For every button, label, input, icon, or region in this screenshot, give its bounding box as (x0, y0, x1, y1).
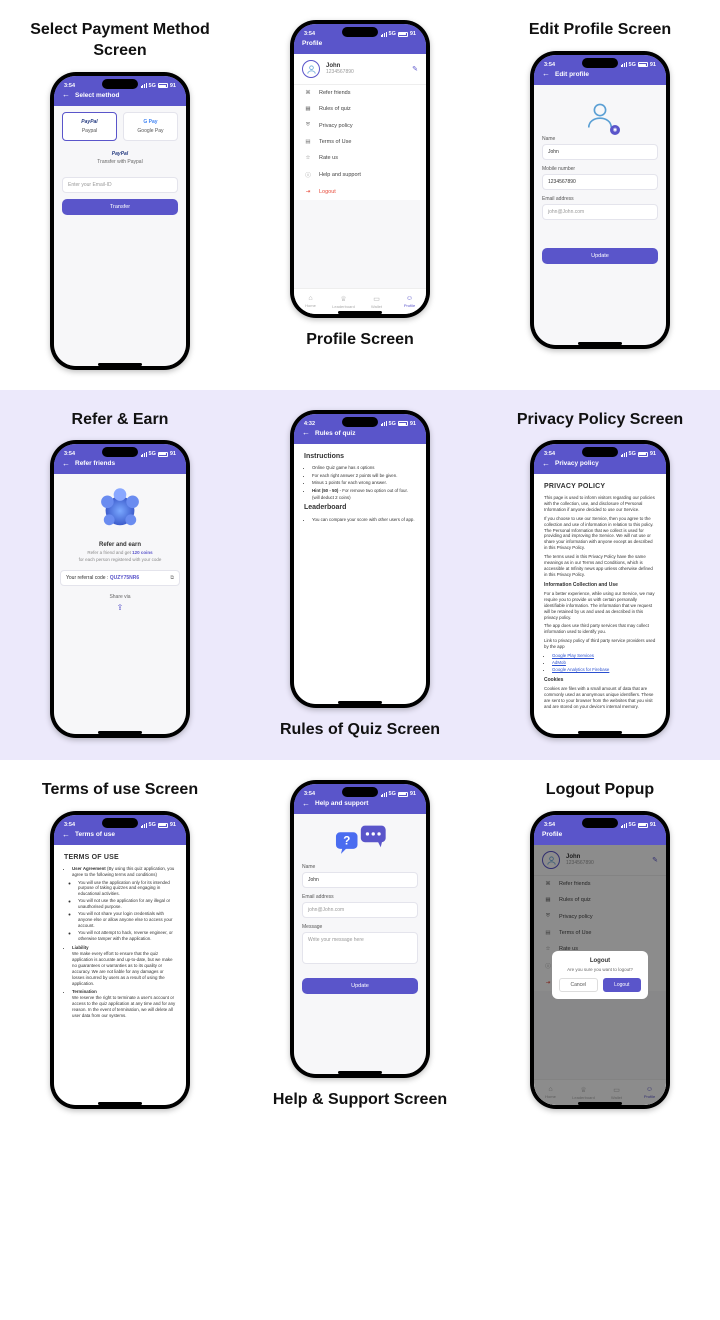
link-ga[interactable]: Google Analytics for Firebase (552, 667, 609, 672)
home-icon: ⌂ (308, 295, 312, 302)
phone-help: 3:545G91 ←Help and support ? Name John (290, 780, 430, 1078)
back-icon[interactable]: ← (302, 800, 310, 808)
phone-edit: 3:54 5G91 ←Edit profile ◉ Name John Mobi… (530, 51, 670, 349)
showcase-canvas: Select Payment Method Screen 3:54 5G91 ←… (0, 0, 720, 1131)
help-email-input[interactable]: john@John.com (302, 902, 418, 918)
caption-help: Help & Support Screen (273, 1090, 447, 1111)
share-label: Share via (54, 594, 186, 600)
paypal-card[interactable]: PayPal Paypal (62, 112, 117, 141)
profile-header: John 1234567890 ✎ (294, 54, 426, 85)
referral-code-box: Your referral code : QUZY75NR6 ⧉ (60, 570, 180, 586)
menu-privacy[interactable]: ⛨Privacy policy (294, 117, 426, 134)
back-icon[interactable]: ← (62, 460, 70, 468)
back-icon[interactable]: ← (62, 831, 70, 839)
caption-payment: Select Payment Method Screen (10, 20, 230, 62)
cancel-button[interactable]: Cancel (559, 978, 598, 992)
wallet-icon: ▭ (373, 295, 380, 303)
help-illustration: ? (331, 824, 389, 858)
name-input[interactable]: John (542, 144, 658, 160)
edit-icon[interactable]: ✎ (412, 65, 418, 73)
refer-sub: Refer a friend and get 120 coins (54, 550, 186, 555)
refer-illustration (93, 482, 147, 536)
caption-rules: Rules of Quiz Screen (280, 720, 440, 741)
gpay-card[interactable]: G Pay Google Pay (123, 112, 178, 141)
phone-refer: 3:545G91 ←Refer friends Refer and earn R… (50, 440, 190, 738)
copy-icon[interactable]: ⧉ (170, 575, 174, 581)
rules-list: Online Quiz game has 4 options For each … (304, 465, 416, 501)
confirm-logout-button[interactable]: Logout (603, 978, 642, 992)
logout-icon: ⇥ (304, 189, 312, 195)
caption-logout: Logout Popup (546, 780, 654, 801)
email-input[interactable]: john@John.com (542, 204, 658, 220)
menu-terms[interactable]: ▤Terms of Use (294, 134, 426, 150)
caption-privacy: Privacy Policy Screen (517, 410, 683, 431)
star-icon: ☆ (304, 155, 312, 161)
phone-privacy: 3:545G91 ←Privacy policy PRIVACY POLICY … (530, 440, 670, 738)
help-message-input[interactable]: Write your message here (302, 932, 418, 964)
modal-overlay[interactable]: Logout Are you sure you want to logout? … (534, 845, 666, 1105)
back-icon[interactable]: ← (542, 70, 550, 78)
transfer-button[interactable]: Transfer (62, 199, 178, 215)
rules-icon: ▦ (304, 106, 312, 112)
profile-phone: 1234567890 (326, 69, 354, 75)
back-icon[interactable]: ← (302, 429, 310, 437)
menu-refer[interactable]: ⌘Refer friends (294, 85, 426, 101)
menu-help[interactable]: ⓘHelp and support (294, 166, 426, 184)
help-icon: ⓘ (304, 171, 312, 179)
logout-dialog: Logout Are you sure you want to logout? … (552, 951, 648, 999)
link-admob[interactable]: AdMob (552, 660, 566, 665)
label-mobile: Mobile number (542, 166, 658, 172)
tab-profile[interactable]: ☺Profile (393, 289, 426, 314)
link-gps[interactable]: Google Play Services (552, 653, 594, 658)
notch (102, 79, 138, 89)
email-input[interactable]: Enter your Email-ID (62, 177, 178, 193)
phone-rules: 4:325G91 ←Rules of quiz Instructions Onl… (290, 410, 430, 708)
dialog-message: Are you sure you want to logout? (559, 967, 641, 972)
doc-icon: ▤ (304, 139, 312, 145)
menu-rules[interactable]: ▦Rules of quiz (294, 101, 426, 117)
avatar (302, 60, 320, 78)
refer-title: Refer and earn (54, 542, 186, 548)
caption-refer: Refer & Earn (72, 410, 169, 431)
label-name: Name (542, 136, 658, 142)
help-name-input[interactable]: John (302, 872, 418, 888)
leaderboard-heading: Leaderboard (304, 503, 416, 514)
gift-icon: ⌘ (304, 90, 312, 96)
share-icon[interactable]: ⇪ (54, 603, 186, 612)
mobile-input[interactable]: 1234567890 (542, 174, 658, 190)
privacy-title: PRIVACY POLICY (544, 482, 656, 491)
phone-terms: 3:545G91 ←Terms of use TERMS OF USE User… (50, 811, 190, 1109)
phone-payment: 3:54 5G91 ← Select method PayPal Paypal … (50, 72, 190, 370)
tab-home[interactable]: ⌂Home (294, 289, 327, 314)
trophy-icon: ♕ (340, 295, 346, 303)
paypal-logo: PayPal (62, 151, 178, 157)
caption-terms: Terms of use Screen (42, 780, 198, 801)
help-update-button[interactable]: Update (302, 978, 418, 994)
menu-rate[interactable]: ☆Rate us (294, 150, 426, 166)
caption-profile: Profile Screen (306, 330, 414, 351)
user-icon: ☺ (406, 295, 413, 302)
header-title: Profile (302, 40, 322, 47)
terms-title: TERMS OF USE (64, 853, 176, 862)
dialog-title: Logout (559, 958, 641, 964)
phone-profile: 3:54 5G91 Profile John 1234567890 ✎ (290, 20, 430, 318)
phone-logout: 3:545G91 Profile John1234567890 ✎ ⌘Refer… (530, 811, 670, 1109)
header-title: Select method (75, 92, 119, 99)
label-email: Email address (542, 196, 658, 202)
svg-text:?: ? (343, 836, 350, 848)
avatar-large: ◉ (582, 97, 618, 133)
back-icon[interactable]: ← (542, 460, 550, 468)
camera-icon[interactable]: ◉ (610, 125, 620, 135)
update-button[interactable]: Update (542, 248, 658, 264)
back-icon[interactable]: ← (62, 91, 70, 99)
caption-edit: Edit Profile Screen (529, 20, 671, 41)
transfer-sub: Transfer with Paypal (62, 159, 178, 165)
instructions-heading: Instructions (304, 452, 416, 463)
menu-logout[interactable]: ⇥Logout (294, 184, 426, 200)
shield-icon: ⛨ (304, 122, 312, 129)
